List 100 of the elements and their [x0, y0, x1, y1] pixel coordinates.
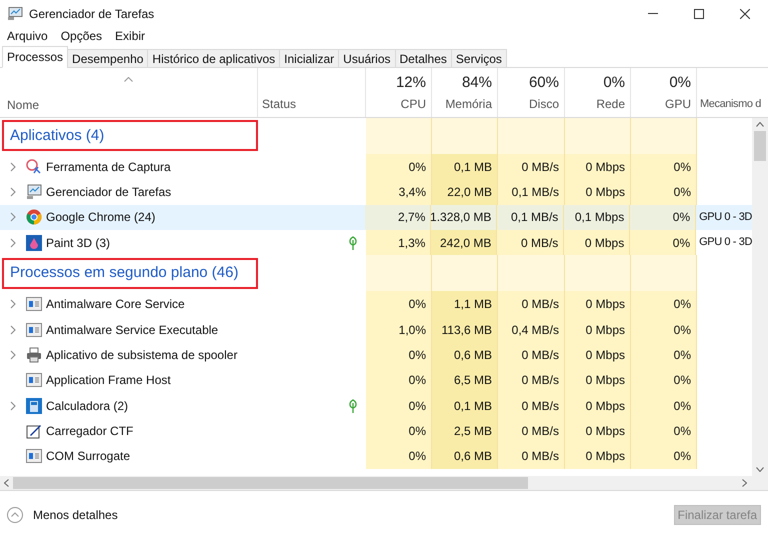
process-name: COM Surrogate [46, 448, 130, 466]
process-name: Aplicativo de subsistema de spooler [46, 346, 238, 364]
process-name: Antimalware Core Service [46, 296, 185, 314]
tab[interactable]: Serviços [450, 48, 507, 68]
table-cell: 0% [366, 154, 432, 180]
menu-item[interactable]: Opções [60, 27, 102, 46]
column-label: CPU [400, 96, 426, 113]
table-cell: 0 Mbps [565, 154, 631, 180]
monitor-icon [26, 184, 42, 200]
table-cell: 0,1 MB [432, 393, 498, 418]
chevron-right-icon[interactable] [10, 238, 16, 248]
table-cell: 1,0% [366, 316, 432, 342]
scrollbar-thumb[interactable] [754, 130, 766, 161]
table-cell: 0 MB/s [498, 444, 565, 470]
table-cell: 0 Mbps [565, 291, 631, 317]
table-cell: 0% [631, 154, 697, 180]
close-icon [740, 8, 750, 18]
table-cell: 0 MB/s [498, 342, 565, 368]
table-cell: 0,1 Mbps [564, 204, 630, 230]
calculator-icon [26, 398, 42, 414]
table-cell: 0 MB/s [498, 368, 565, 393]
table-cell: 0 MB/s [498, 291, 565, 317]
column-header[interactable]: 84% Memória [432, 68, 498, 117]
chevron-right-icon[interactable] [10, 212, 16, 222]
column-header[interactable]: Mecanismo d [697, 68, 768, 117]
fewer-details-button[interactable]: Menos detalhes [7, 506, 118, 524]
chevron-right-icon[interactable] [10, 324, 16, 335]
tab[interactable]: Usuários [338, 48, 396, 68]
table-cell: 0 MB/s [498, 154, 565, 180]
process-name: Paint 3D (3) [46, 234, 110, 252]
process-name: Application Frame Host [46, 372, 171, 390]
column-label: Nome [7, 96, 40, 114]
tab[interactable]: Histórico de aplicativos [147, 48, 280, 68]
column-header[interactable]: 12% CPU [366, 68, 432, 117]
chevron-up-circle-icon [7, 506, 23, 523]
table-cell: 0% [631, 291, 697, 317]
chevron-right-icon[interactable] [10, 400, 16, 411]
table-cell: 0% [366, 368, 432, 393]
table-cell: 0 Mbps [565, 179, 631, 205]
group-heading: Aplicativos (4) [2, 120, 258, 152]
scroll-up-icon[interactable] [756, 122, 764, 127]
table-cell: 0% [630, 230, 696, 256]
window-title: Gerenciador de Tarefas [29, 6, 154, 22]
leaf-icon [348, 236, 358, 250]
scroll-right-icon[interactable] [742, 479, 747, 488]
table-cell: 242,0 MB [431, 230, 498, 256]
table-cell: 0% [631, 179, 697, 205]
maximize-icon [694, 8, 704, 18]
process-row[interactable]: Google Chrome (24) 2,7% 1.328,0 MB 0,1 MB/s 0,1 Mbps 0% GPU 0 - 3D [0, 204, 752, 230]
table-cell: 3,4% [366, 179, 432, 205]
usage-percent: 84% [462, 73, 492, 94]
tab[interactable]: Detalhes [394, 48, 452, 68]
table-cell: 0% [631, 342, 697, 368]
usage-percent: 60% [528, 73, 559, 94]
column-header[interactable]: 0% Rede [565, 68, 631, 117]
table-cell: 0% [366, 342, 432, 368]
usage-percent: 12% [396, 73, 426, 94]
minimize-icon [648, 13, 658, 14]
table-cell: 2,5 MB [432, 418, 498, 444]
column-header[interactable]: Status [258, 68, 366, 117]
process-name: Calculadora (2) [46, 398, 128, 415]
column-header[interactable]: 0% GPU [631, 68, 697, 117]
table-cell: 0 Mbps [565, 444, 631, 470]
vertical-scrollbar[interactable] [752, 118, 768, 476]
table-cell: 0% [366, 291, 432, 317]
column-header[interactable]: Nome [0, 68, 258, 117]
table-cell-text: GPU 0 - 3D [699, 235, 752, 250]
menu-item[interactable]: Arquivo [7, 27, 48, 46]
table-cell: 1.328,0 MB [431, 204, 498, 230]
tab[interactable]: Desempenho [67, 48, 148, 68]
pen-icon [26, 423, 42, 440]
tab[interactable]: Processos [2, 46, 68, 68]
horizontal-scrollbar[interactable] [0, 476, 768, 490]
table-cell: 0% [631, 444, 697, 470]
table-cell: 0% [631, 316, 697, 342]
table-cell: 0% [366, 418, 432, 444]
table-cell: 0% [631, 368, 697, 393]
window-icon [26, 322, 42, 337]
table-cell: 0,6 MB [432, 444, 498, 470]
column-header[interactable]: 60% Disco [498, 68, 565, 117]
table-cell: 2,7% [365, 204, 432, 230]
table-cell: 0% [366, 393, 432, 418]
table-cell: 0 Mbps [565, 342, 631, 368]
column-label: GPU [664, 96, 691, 113]
chevron-right-icon[interactable] [10, 299, 16, 310]
scroll-down-icon[interactable] [756, 467, 764, 472]
table-cell: 1,1 MB [432, 291, 498, 317]
sort-up-icon[interactable] [124, 77, 132, 82]
table-cell: 0 Mbps [565, 393, 631, 418]
scrollbar-thumb[interactable] [13, 477, 528, 490]
tab[interactable]: Inicializar [279, 48, 340, 68]
chevron-right-icon[interactable] [10, 162, 16, 172]
table-cell: 0 Mbps [565, 418, 631, 444]
menu-item[interactable]: Exibir [115, 27, 146, 46]
table-cell: 0% [630, 204, 696, 230]
window-icon [26, 297, 42, 312]
table-cell: 0,1 MB/s [497, 204, 564, 230]
scroll-left-icon[interactable] [4, 479, 9, 488]
chevron-right-icon[interactable] [10, 350, 16, 360]
chevron-right-icon[interactable] [10, 186, 16, 197]
